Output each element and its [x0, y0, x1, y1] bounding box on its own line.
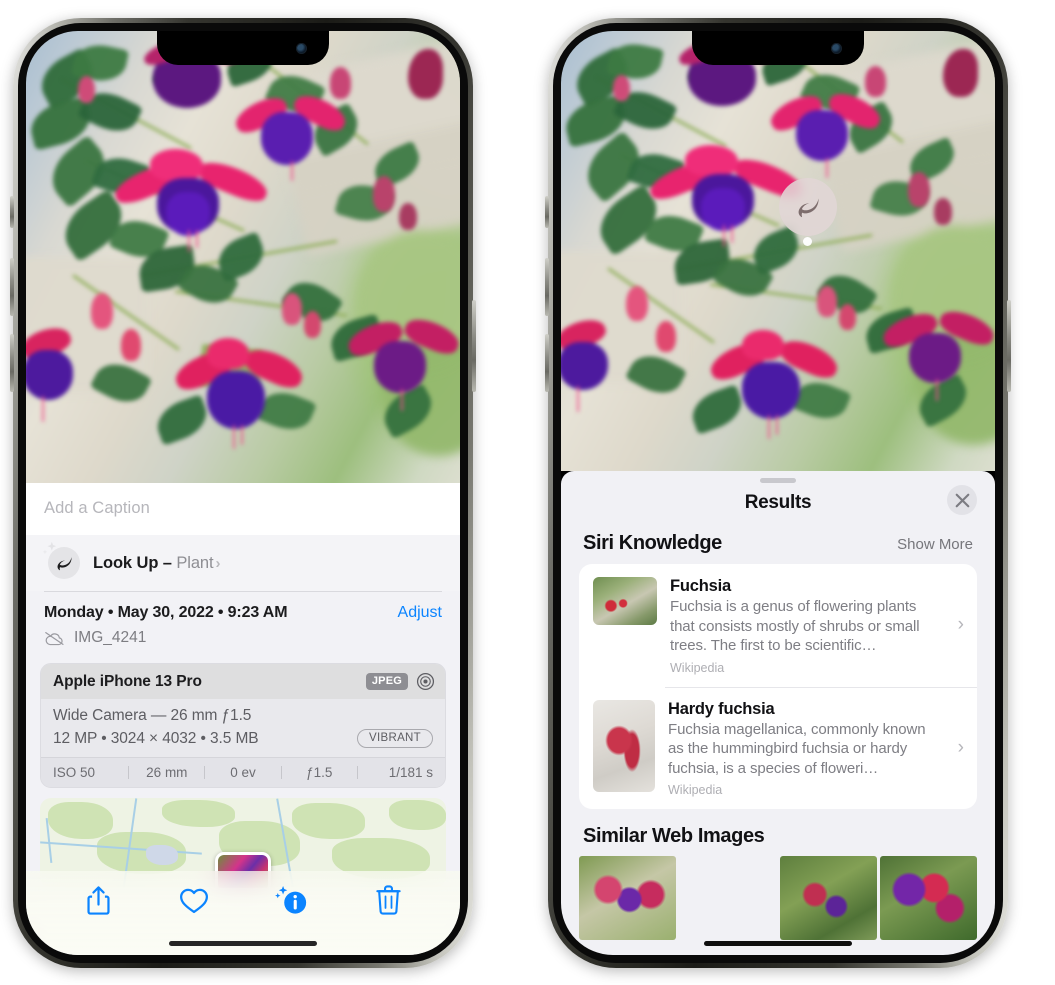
- volume-down-button[interactable]: [545, 334, 549, 392]
- result-title: Fuchsia: [670, 577, 731, 595]
- photo-flowers-layer: [26, 31, 460, 483]
- close-button[interactable]: [947, 485, 977, 515]
- caption-input[interactable]: Add a Caption: [26, 483, 460, 535]
- similar-image-item[interactable]: [779, 856, 877, 940]
- look-up-row[interactable]: Look Up – Plant ›: [26, 535, 460, 591]
- power-button[interactable]: [1007, 300, 1011, 392]
- look-up-title: Look Up: [93, 553, 159, 572]
- similar-web-images-header: Similar Web Images: [561, 809, 995, 856]
- volume-up-button[interactable]: [10, 258, 14, 316]
- front-camera: [831, 43, 842, 54]
- similar-image-item[interactable]: [879, 856, 977, 940]
- cloud-slash-icon: [44, 631, 65, 646]
- results-title: Results: [744, 492, 812, 513]
- visual-look-up-badge[interactable]: [779, 178, 837, 236]
- results-sheet: Results Siri Knowledge Show More Fuchsia…: [561, 471, 995, 955]
- look-up-dash: –: [162, 553, 172, 572]
- result-thumbnail: [593, 699, 655, 792]
- screenshot-stage: Add a Caption Look Up – Plant › Monday •…: [0, 0, 1055, 985]
- volume-up-button[interactable]: [545, 258, 549, 316]
- device-notch: [692, 31, 864, 65]
- exif-iso: ISO 50: [53, 765, 96, 780]
- similar-web-images-strip: [561, 856, 995, 940]
- result-source: Wikipedia: [668, 783, 723, 797]
- power-button[interactable]: [472, 300, 476, 392]
- info-button[interactable]: [275, 885, 309, 916]
- camera-meta: 12 MP • 3024 × 4032 • 3.5 MB: [53, 729, 259, 747]
- front-camera: [296, 43, 307, 54]
- sparkles-icon: [42, 541, 57, 555]
- capture-date: Monday • May 30, 2022 • 9:23 AM: [44, 604, 288, 621]
- chevron-right-icon: ›: [957, 614, 964, 636]
- phone-right: Results Siri Knowledge Show More Fuchsia…: [545, 18, 1011, 968]
- result-text: Hardy fuchsia Fuchsia magellanica, commo…: [668, 700, 965, 798]
- camera-card-body: Wide Camera — 26 mm ƒ1.5 12 MP • 3024 × …: [41, 699, 445, 757]
- caption-placeholder: Add a Caption: [44, 499, 150, 517]
- mute-switch[interactable]: [10, 196, 14, 228]
- result-description: Fuchsia is a genus of flowering plants t…: [670, 598, 920, 654]
- siri-knowledge-title: Siri Knowledge: [583, 532, 722, 554]
- list-item[interactable]: Fuchsia Fuchsia is a genus of flowering …: [579, 564, 977, 687]
- similar-image-item[interactable]: [579, 856, 677, 940]
- show-more-button[interactable]: Show More: [897, 536, 973, 553]
- date-block: Monday • May 30, 2022 • 9:23 AM Adjust I…: [26, 592, 460, 657]
- exif-row: ISO 50 26 mm 0 ev ƒ1.5 1/181 s: [41, 757, 445, 787]
- similar-web-images-title: Similar Web Images: [583, 825, 765, 847]
- exif-aperture: ƒ1.5: [306, 765, 333, 780]
- result-source: Wikipedia: [670, 660, 725, 675]
- screen-left: Add a Caption Look Up – Plant › Monday •…: [26, 31, 460, 955]
- share-button[interactable]: [85, 885, 112, 916]
- results-header: Results: [561, 483, 995, 528]
- look-up-label: Look Up – Plant ›: [93, 554, 220, 573]
- screen-right: Results Siri Knowledge Show More Fuchsia…: [561, 31, 995, 955]
- phone-left: Add a Caption Look Up – Plant › Monday •…: [10, 18, 476, 968]
- adjust-button[interactable]: Adjust: [398, 604, 442, 622]
- aperture-icon: [416, 672, 435, 691]
- camera-model: Apple iPhone 13 Pro: [53, 672, 202, 690]
- exif-shutter: 1/181 s: [388, 765, 434, 780]
- home-indicator[interactable]: [169, 941, 317, 946]
- list-item[interactable]: Hardy fuchsia Fuchsia magellanica, commo…: [579, 686, 977, 810]
- photo-viewer[interactable]: [26, 31, 460, 483]
- format-chip: JPEG: [365, 673, 408, 690]
- favorite-button[interactable]: [179, 887, 209, 914]
- device-notch: [157, 31, 329, 65]
- photographic-style-chip: VIBRANT: [357, 729, 433, 748]
- siri-knowledge-header: Siri Knowledge Show More: [561, 528, 995, 564]
- siri-knowledge-card: Fuchsia Fuchsia is a genus of flowering …: [579, 564, 977, 809]
- similar-image-item[interactable]: [679, 856, 776, 940]
- photo-viewer[interactable]: [561, 31, 995, 471]
- mute-switch[interactable]: [545, 196, 549, 228]
- volume-down-button[interactable]: [10, 334, 14, 392]
- result-title: Hardy fuchsia: [668, 699, 775, 718]
- visual-look-up-anchor-dot: [803, 237, 812, 246]
- exif-exposure: 0 ev: [230, 765, 256, 780]
- file-name: IMG_4241: [74, 629, 147, 646]
- delete-button[interactable]: [376, 885, 401, 915]
- look-up-subject: Plant: [176, 553, 214, 572]
- home-indicator[interactable]: [704, 941, 852, 946]
- chevron-right-icon: ›: [215, 554, 221, 572]
- result-thumbnail: [593, 577, 657, 625]
- camera-info-card[interactable]: Apple iPhone 13 Pro JPEG Wide Camera — 2…: [40, 663, 446, 788]
- exif-focal: 26 mm: [146, 765, 188, 780]
- chevron-right-icon: ›: [957, 736, 964, 758]
- leaf-icon: [42, 541, 80, 579]
- camera-card-header: Apple iPhone 13 Pro JPEG: [41, 664, 445, 699]
- camera-lens: Wide Camera — 26 mm ƒ1.5: [53, 707, 252, 724]
- photo-flowers-layer: [561, 31, 995, 471]
- result-text: Fuchsia Fuchsia is a genus of flowering …: [670, 577, 965, 675]
- result-description: Fuchsia magellanica, commonly known as t…: [668, 720, 926, 777]
